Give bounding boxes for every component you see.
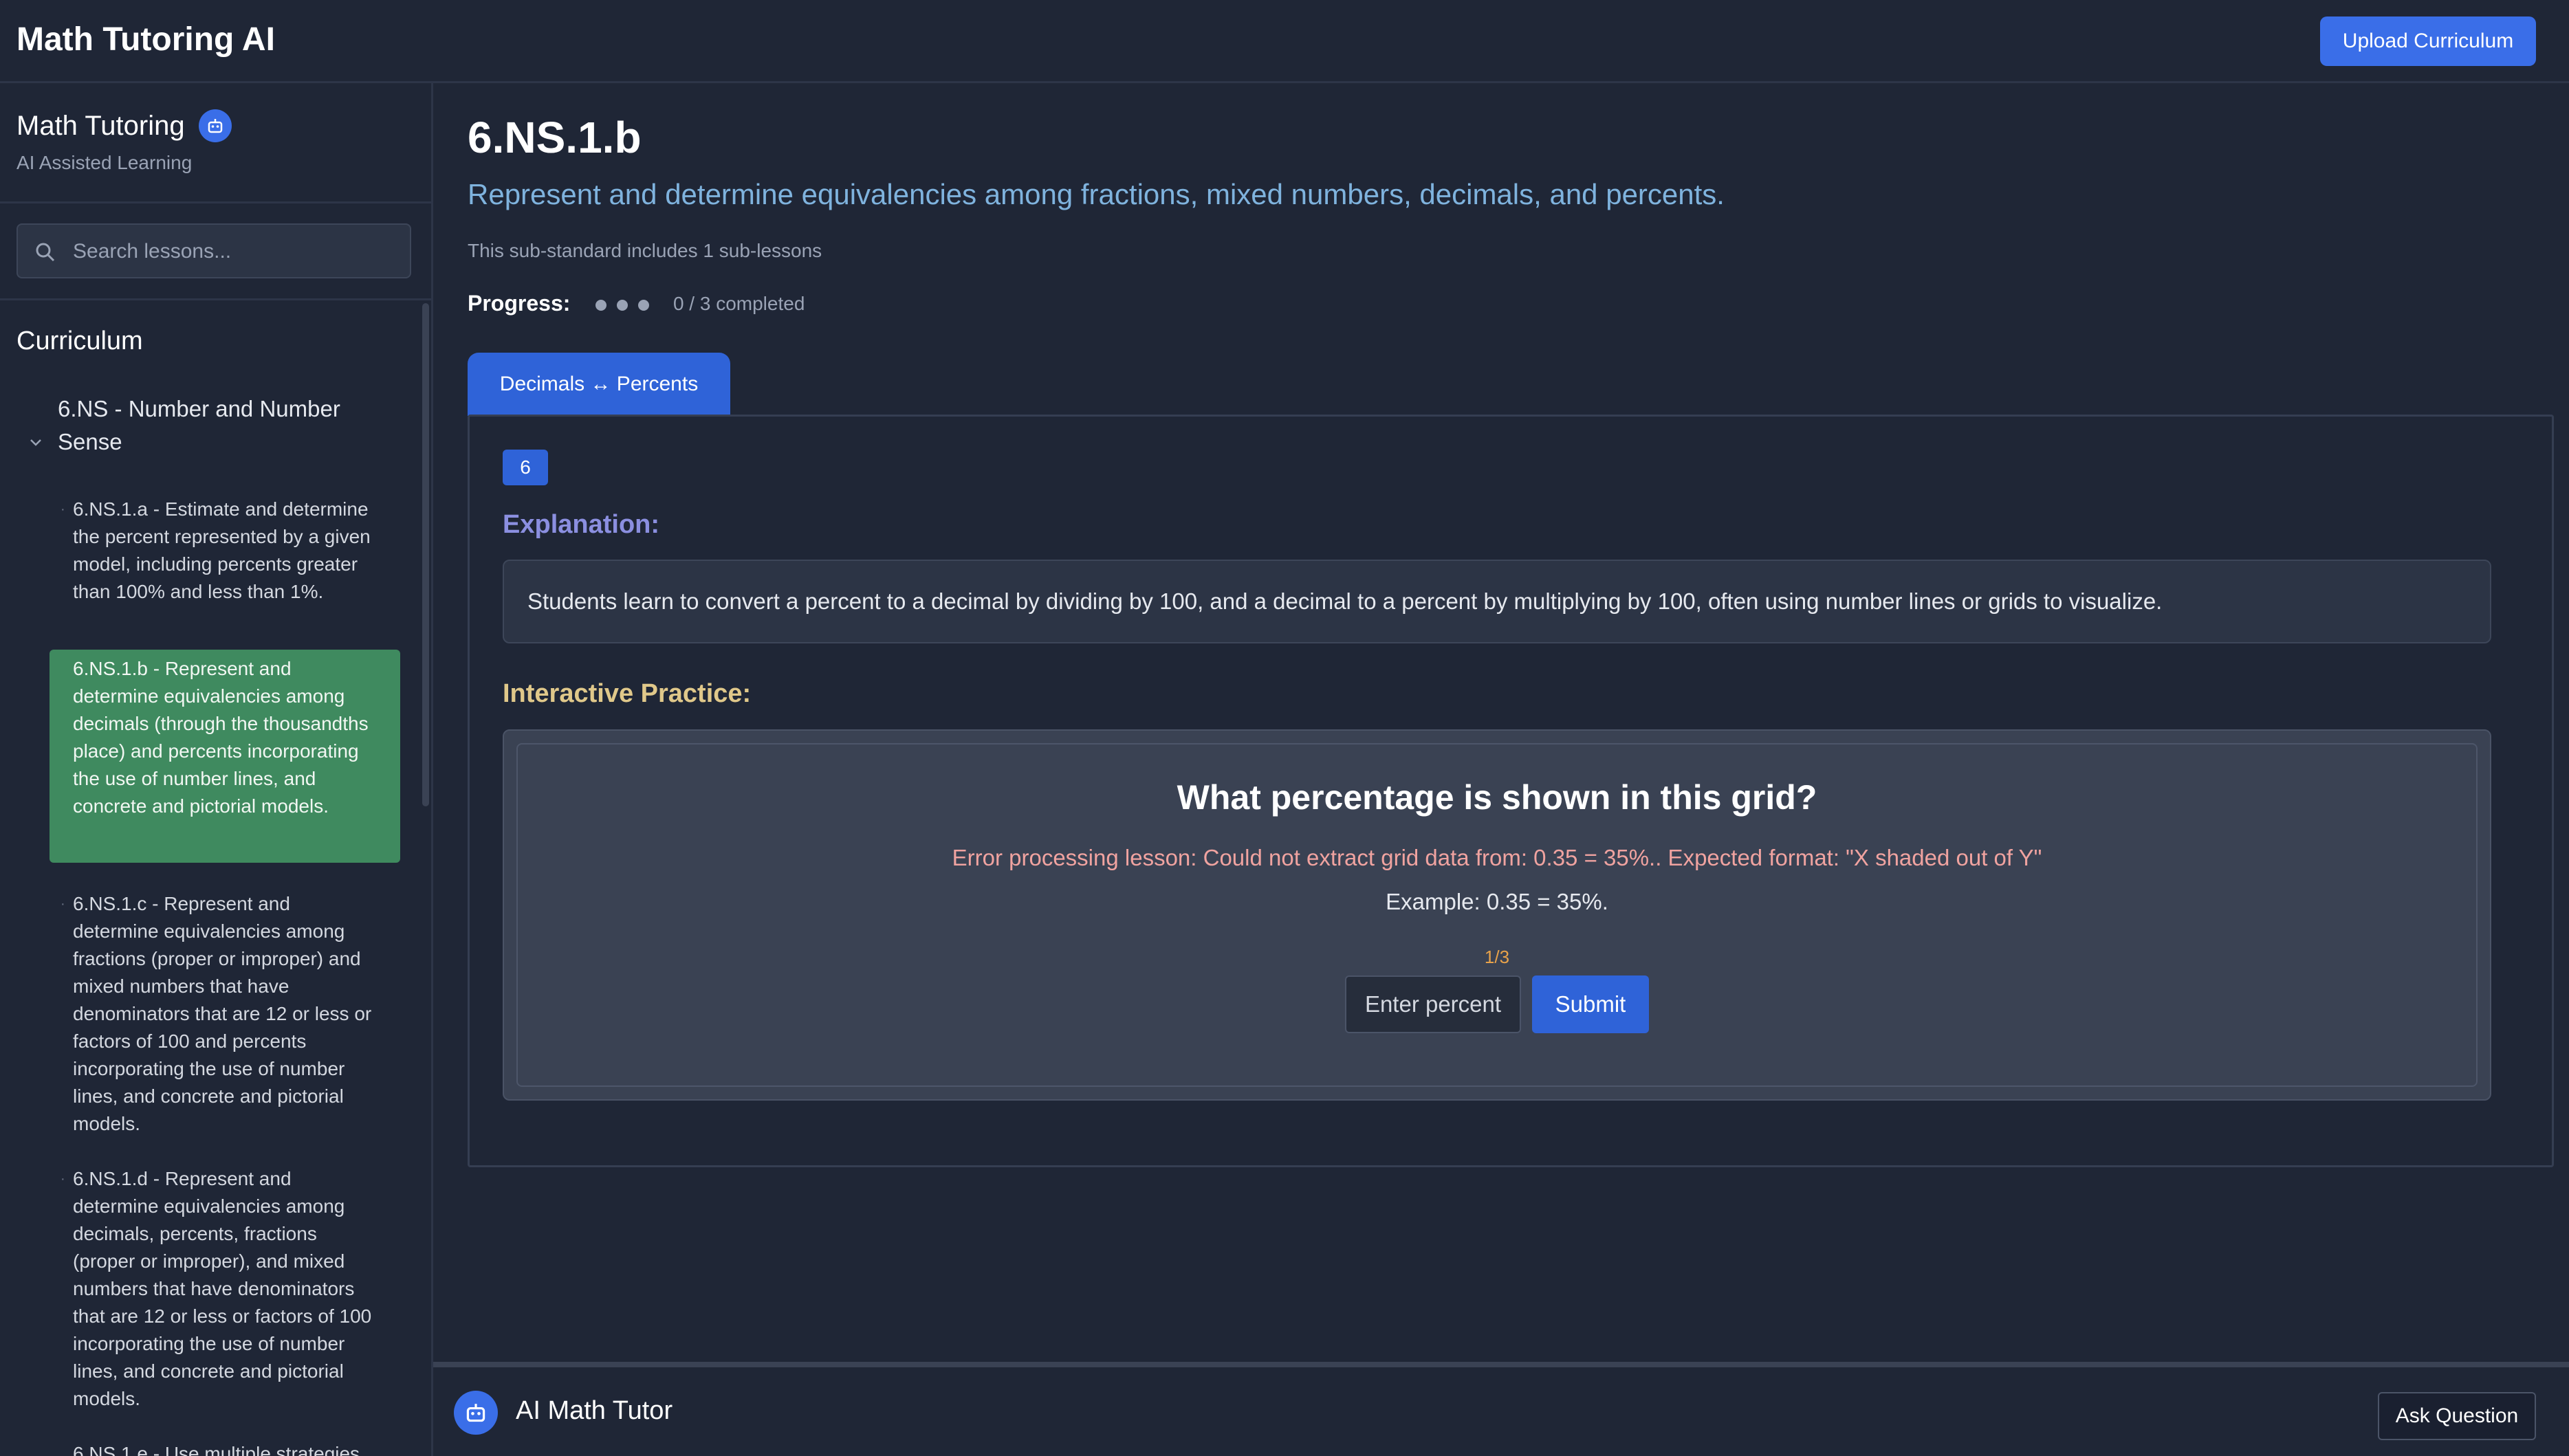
lesson-item[interactable]: · 6.NS.1.d - Represent and determine equ… <box>50 1160 400 1418</box>
tutor-bar: AI Math Tutor Ask Question <box>433 1362 2569 1456</box>
practice-heading: Interactive Practice: <box>503 679 752 708</box>
lesson-item[interactable]: · 6.NS.1.c - Represent and determine equ… <box>50 885 400 1143</box>
practice-container: What percentage is shown in this grid? E… <box>503 729 2491 1101</box>
question-title: What percentage is shown in this grid? <box>1177 778 1817 817</box>
robot-icon <box>454 1391 498 1435</box>
bullet: · <box>61 896 65 912</box>
practice-card: What percentage is shown in this grid? E… <box>516 743 2478 1087</box>
lesson-item[interactable]: 6.NS.1.e - Use multiple strategies <box>50 1435 400 1456</box>
lesson-item-active[interactable]: 6.NS.1.b - Represent and determine equiv… <box>50 650 400 863</box>
bullet: · <box>61 502 65 517</box>
unit-label: 6.NS - Number and Number Sense <box>58 396 340 454</box>
bullet: · <box>61 1171 65 1187</box>
grade-badge: 6 <box>503 450 548 485</box>
chevron-down-icon <box>28 434 44 454</box>
lesson-label: 6.NS.1.a - Estimate and determine the pe… <box>73 498 371 602</box>
curriculum-heading: Curriculum <box>17 327 143 355</box>
search-input[interactable] <box>73 234 396 269</box>
search-box[interactable] <box>17 223 411 278</box>
explanation-heading: Explanation: <box>503 510 660 539</box>
example-text: Example: 0.35 = 35%. <box>1386 889 1608 914</box>
tab-decimals-percents[interactable]: Decimals ↔ Percents <box>468 353 730 416</box>
app-title: Math Tutoring AI <box>17 21 275 58</box>
lesson-label: 6.NS.1.b - Represent and determine equiv… <box>73 658 369 817</box>
progress-row: Progress: 0 / 3 completed <box>468 289 805 320</box>
progress-dots <box>595 291 653 316</box>
sidebar-header: Math Tutoring AI Assisted Learning <box>17 109 415 174</box>
question-counter: 1/3 <box>1484 947 1510 967</box>
sidebar-scroll-thumb[interactable] <box>422 303 429 806</box>
progress-dot <box>638 300 650 311</box>
progress-text: 0 / 3 completed <box>673 292 805 314</box>
standard-description: Represent and determine equivalencies am… <box>468 178 1725 210</box>
upload-curriculum-button[interactable]: Upload Curriculum <box>2320 16 2536 66</box>
percent-input[interactable] <box>1345 975 1521 1033</box>
error-message: Error processing lesson: Could not extra… <box>952 845 2042 870</box>
lesson-label: 6.NS.1.d - Represent and determine equiv… <box>73 1168 372 1409</box>
lesson-item[interactable]: · 6.NS.1.a - Estimate and determine the … <box>50 490 400 611</box>
lesson-label: 6.NS.1.e - Use multiple strategies <box>73 1443 360 1456</box>
progress-dot <box>617 300 628 311</box>
sidebar: Math Tutoring AI Assisted Learning Curri… <box>0 83 433 1456</box>
submit-button[interactable]: Submit <box>1532 975 1649 1033</box>
sidebar-subtitle: AI Assisted Learning <box>17 152 193 173</box>
divider <box>0 201 433 203</box>
top-bar: Math Tutoring AI Upload Curriculum <box>0 0 2569 83</box>
unit-toggle[interactable]: 6.NS - Number and Number Sense <box>17 393 402 459</box>
robot-icon <box>199 109 232 142</box>
tutor-name: AI Math Tutor <box>516 1396 673 1425</box>
ask-question-button[interactable]: Ask Question <box>2378 1392 2536 1440</box>
search-icon <box>34 241 56 267</box>
sidebar-title: Math Tutoring <box>17 110 185 141</box>
divider <box>0 298 433 300</box>
main-content: 6.NS.1.b Represent and determine equival… <box>435 83 2569 1362</box>
progress-label: Progress: <box>468 291 571 316</box>
sub-lesson-count: This sub-standard includes 1 sub-lessons <box>468 240 822 261</box>
progress-dot <box>595 300 607 311</box>
lesson-label: 6.NS.1.c - Represent and determine equiv… <box>73 893 372 1134</box>
explanation-box: Students learn to convert a percent to a… <box>503 560 2491 643</box>
lesson-panel: 6 Explanation: Students learn to convert… <box>468 415 2554 1167</box>
standard-code: 6.NS.1.b <box>468 113 642 162</box>
